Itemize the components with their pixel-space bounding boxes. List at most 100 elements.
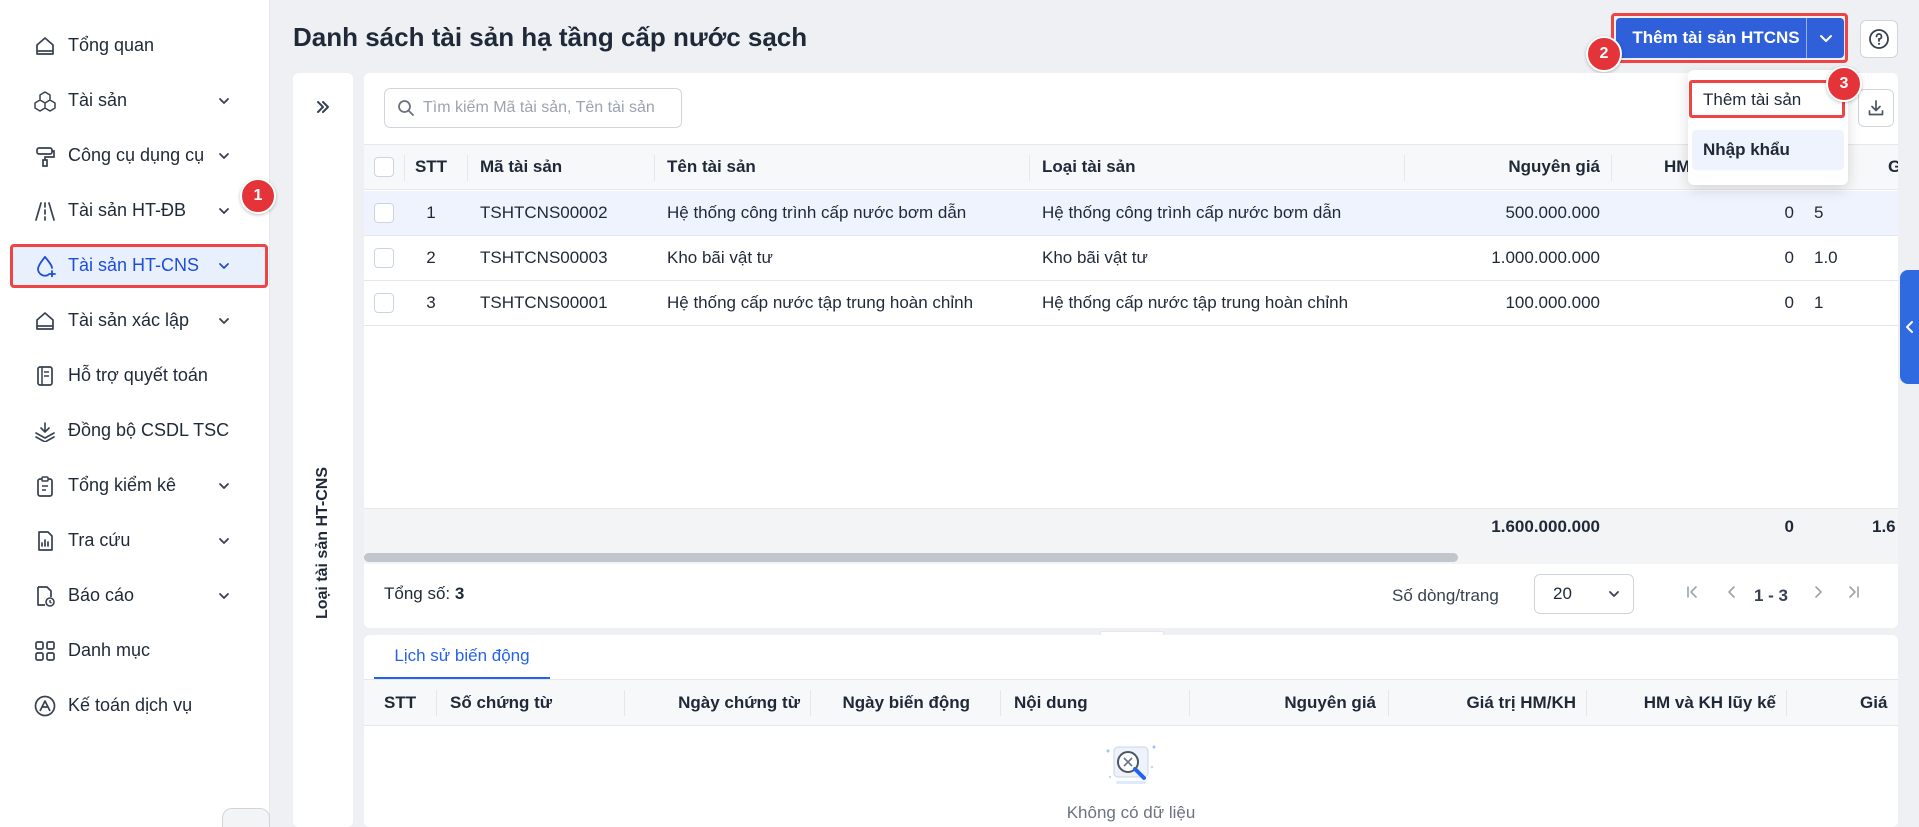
tab-history[interactable]: Lịch sử biến động	[374, 635, 550, 679]
next-page-icon[interactable]	[1810, 584, 1826, 600]
cell-asset-name: Hệ thống cấp nước tập trung hoàn chỉnh	[667, 293, 974, 312]
asset-list-card: Tìm kiếm Mã tài sản, Tên tài sản STT Mã …	[364, 73, 1898, 628]
col-hm[interactable]: HM	[1664, 145, 1690, 189]
download-button[interactable]	[1858, 89, 1894, 127]
chevron-down-icon	[1609, 591, 1619, 597]
cell-g: 5	[1814, 203, 1824, 222]
file-chart-icon	[34, 530, 56, 552]
total-original-price: 1.600.000.000	[1491, 517, 1600, 536]
rows-per-page-value: 20	[1553, 584, 1572, 603]
sidebar-item-label: Kế toán dịch vụ	[68, 695, 193, 715]
rows-per-page-select[interactable]: 20	[1534, 574, 1634, 614]
chevron-down-icon[interactable]	[217, 477, 231, 491]
help-button[interactable]	[1860, 20, 1898, 58]
chevron-down-icon[interactable]	[217, 92, 231, 106]
water-drop-icon	[34, 255, 56, 277]
col-asset-code[interactable]: Mã tài sản	[480, 145, 562, 189]
rows-per-page-label: Số dòng/trang	[1392, 586, 1499, 605]
sidebar-item-1[interactable]: Tổng quan	[0, 18, 269, 73]
sidebar-item-label: Hỗ trợ quyết toán	[68, 365, 208, 385]
chevron-down-icon[interactable]	[217, 312, 231, 326]
chevron-down-icon[interactable]	[217, 587, 231, 601]
col-stt: STT	[414, 157, 448, 176]
sidebar-item-8[interactable]: Đồng bộ CSDL TSC	[0, 403, 269, 458]
sidebar-item-4[interactable]: Tài sản HT-ĐB	[0, 183, 269, 238]
menu-item-import[interactable]: Nhập khẩu	[1692, 130, 1844, 170]
select-all-checkbox[interactable]	[374, 145, 394, 189]
row-checkbox[interactable]	[374, 191, 394, 235]
hist-col-depreciation-value: Giá trị HM/KH	[1466, 692, 1576, 712]
chevron-down-icon[interactable]	[1807, 30, 1844, 46]
table-footer: Tổng số: 3 Số dòng/trang 20 1 - 3	[364, 564, 1898, 628]
table-row[interactable]: 2 TSHTCNS00003 Kho bãi vật tư Kho bãi vật t…	[364, 236, 1898, 281]
cell-original-price: 1.000.000.000	[1491, 248, 1600, 267]
table-row[interactable]: 3 TSHTCNS00001 Hệ thống cấp nước tập trung…	[364, 281, 1898, 326]
chevron-down-icon[interactable]	[217, 532, 231, 546]
sidebar-item-3[interactable]: Công cụ dụng cụ	[0, 128, 269, 183]
question-icon	[1869, 29, 1889, 49]
col-asset-name[interactable]: Tên tài sản	[667, 145, 756, 189]
paint-roller-icon	[34, 145, 56, 167]
table-row[interactable]: 1 TSHTCNS00002 Hệ thống công trình cấp nướ…	[364, 191, 1898, 236]
sidebar-item-7[interactable]: Hỗ trợ quyết toán	[0, 348, 269, 403]
logo-icon	[34, 695, 56, 717]
horizontal-scrollbar[interactable]	[364, 553, 1458, 562]
sidebar-item-label: Danh mục	[68, 640, 151, 660]
sidebar-item-9[interactable]: Tổng kiểm kê	[0, 458, 269, 513]
add-asset-split-button[interactable]: Thêm tài sản HTCNS	[1616, 18, 1844, 58]
chevron-down-icon[interactable]	[217, 202, 231, 216]
hist-col-change-date: Ngày biến động	[842, 692, 971, 712]
right-panel-toggle[interactable]	[1900, 270, 1919, 384]
col-asset-type[interactable]: Loại tài sản	[1042, 145, 1136, 189]
col-g[interactable]: G	[1888, 145, 1898, 189]
sidebar-collapse-handle[interactable]	[222, 808, 270, 827]
menu-item-add-asset[interactable]: Thêm tài sản	[1703, 90, 1801, 110]
cell-original-price: 100.000.000	[1505, 293, 1600, 312]
total-hm: 0	[1784, 517, 1794, 536]
boxes-icon	[34, 90, 56, 112]
total-count-value: 3	[454, 584, 465, 603]
sidebar-item-5[interactable]: Tài sản HT-CNS	[0, 238, 269, 293]
search-input[interactable]: Tìm kiếm Mã tài sản, Tên tài sản	[384, 88, 682, 128]
row-checkbox[interactable]	[374, 236, 394, 280]
sidebar-nav: Tổng quan Tài sản Công cụ dụng cụ Tài sản H…	[0, 18, 269, 733]
prev-page-icon[interactable]	[1724, 584, 1740, 600]
first-page-icon[interactable]	[1684, 584, 1700, 600]
last-page-icon[interactable]	[1846, 584, 1862, 600]
sidebar-item-6[interactable]: Tài sản xác lập	[0, 293, 269, 348]
cell-g: 1	[1814, 293, 1824, 312]
hist-col-gia: Giá	[1860, 692, 1888, 712]
col-original-price[interactable]: Nguyên giá	[1404, 145, 1600, 189]
hist-col-content: Nội dung	[1014, 692, 1088, 712]
sidebar-item-10[interactable]: Tra cứu	[0, 513, 269, 568]
cell-stt: 3	[426, 293, 436, 312]
cell-asset-code: TSHTCNS00001	[480, 293, 608, 312]
hist-col-stt: STT	[384, 692, 417, 712]
row-checkbox[interactable]	[374, 281, 394, 325]
empty-data-icon	[1106, 745, 1156, 784]
download-icon	[1868, 100, 1884, 116]
sidebar-item-12[interactable]: Danh mục	[0, 623, 269, 678]
page-title: Danh sách tài sản hạ tầng cấp nước sạch	[293, 22, 808, 52]
sidebar-item-2[interactable]: Tài sản	[0, 73, 269, 128]
cell-asset-name: Kho bãi vật tư	[667, 248, 773, 267]
chevron-down-icon[interactable]	[217, 147, 231, 161]
cell-asset-type: Kho bãi vật tư	[1042, 248, 1148, 267]
total-count: Tổng số: 3	[384, 584, 464, 604]
step-badge-2: 2	[1586, 36, 1622, 72]
chevron-down-icon[interactable]	[217, 257, 231, 271]
book-icon	[34, 365, 56, 387]
double-chevron-right-icon[interactable]	[311, 95, 335, 119]
cell-hm: 0	[1784, 293, 1794, 312]
add-asset-button-label[interactable]: Thêm tài sản HTCNS	[1616, 28, 1806, 48]
sidebar-item-13[interactable]: Kế toán dịch vụ	[0, 678, 269, 733]
search-icon	[398, 100, 414, 116]
sidebar-item-11[interactable]: Báo cáo	[0, 568, 269, 623]
sidebar-item-label: Tài sản	[68, 90, 128, 110]
cell-stt: 1	[426, 203, 436, 222]
hist-col-doc-no: Số chứng từ	[450, 692, 553, 712]
sidebar-item-label: Công cụ dụng cụ	[68, 145, 205, 165]
grid-icon	[34, 640, 56, 662]
sidebar: Tổng quan Tài sản Công cụ dụng cụ Tài sản H…	[0, 0, 270, 827]
layers-icon	[34, 420, 56, 442]
